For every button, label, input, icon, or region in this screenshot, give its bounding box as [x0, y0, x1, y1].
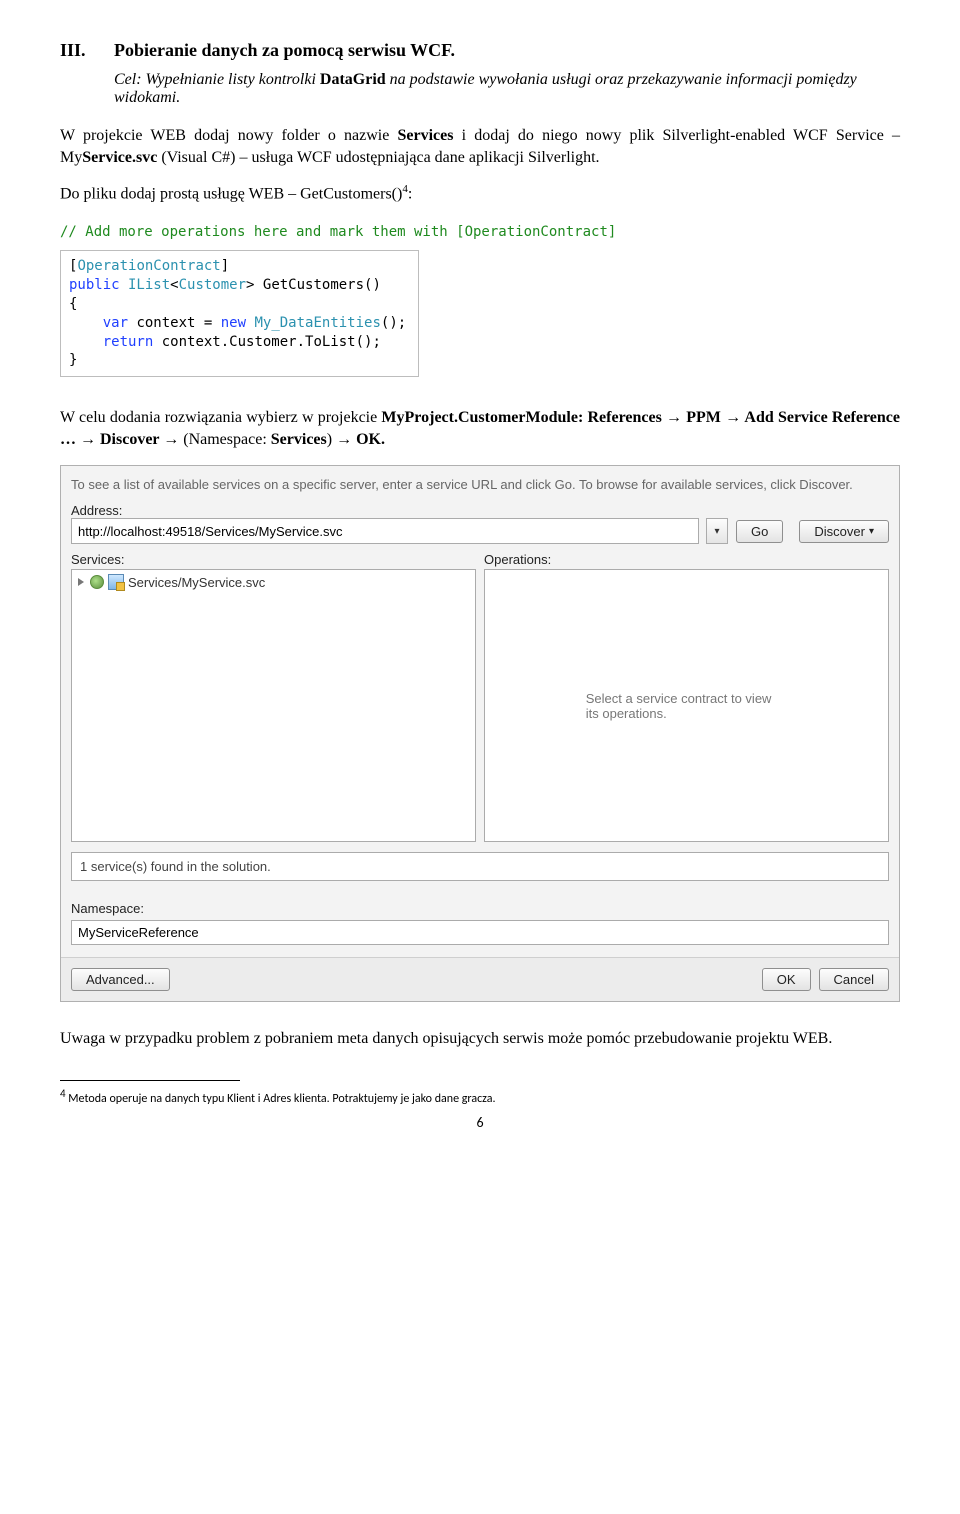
namespace-label: Namespace:	[71, 901, 889, 916]
section-title: Pobieranie danych za pomocą serwisu WCF.	[114, 40, 455, 61]
p1-b2: Service.svc	[82, 149, 157, 166]
namespace-row: Namespace:	[71, 901, 889, 945]
address-label: Address:	[71, 503, 889, 518]
service-tree-item[interactable]: Services/MyService.svc	[72, 570, 475, 594]
code-line-6: }	[69, 351, 406, 370]
code-block: [OperationContract] public IList<Custome…	[60, 250, 419, 377]
radio-icon	[90, 575, 104, 589]
chevron-down-icon: ▾	[869, 526, 874, 537]
section-heading: III. Pobieranie danych za pomocą serwisu…	[60, 40, 900, 61]
p2-text: Do pliku dodaj prostą usługę WEB – GetCu…	[60, 186, 402, 203]
p3-t3: )	[327, 431, 336, 448]
page-number: 6	[60, 1114, 900, 1131]
namespace-input[interactable]	[71, 920, 889, 945]
p1-t3: (Visual C#) – usługa WCF udostępniająca …	[157, 149, 599, 166]
footnote-text: Metoda operuje na danych typu Klient i A…	[66, 1092, 496, 1106]
code-comment: // Add more operations here and mark the…	[60, 223, 900, 242]
p3-t2: (Namespace:	[183, 431, 271, 448]
paragraph-3: W celu dodania rozwiązania wybierz w pro…	[60, 407, 900, 450]
dialog-description: To see a list of available services on a…	[71, 476, 889, 494]
code-l2a: public	[69, 277, 120, 293]
code-l4c: new	[221, 315, 246, 331]
operations-hint: Select a service contract to view its op…	[586, 691, 788, 721]
goal-bold-datagrid: DataGrid	[320, 71, 386, 88]
go-button[interactable]: Go	[736, 520, 783, 543]
operations-panel: Operations: Select a service contract to…	[484, 552, 889, 842]
address-row: ▾ Go Discover ▾	[71, 518, 889, 544]
code-l1b: OperationContract	[77, 258, 220, 274]
code-l2e: > GetCustomers()	[246, 277, 381, 293]
discover-button[interactable]: Discover ▾	[799, 520, 889, 543]
p3-t1: W celu dodania rozwiązania wybierz w pro…	[60, 409, 381, 426]
services-panel: Services: Services/MyService.svc	[71, 552, 476, 842]
service-item-label: Services/MyService.svc	[128, 575, 265, 590]
p1-b1: Services	[397, 127, 453, 144]
code-l4b: context =	[128, 315, 221, 331]
code-l5a: return	[69, 334, 153, 350]
tree-expand-icon[interactable]	[78, 578, 84, 586]
address-input[interactable]	[71, 518, 699, 544]
add-service-reference-dialog: To see a list of available services on a…	[60, 465, 900, 1003]
code-l2b: IList	[120, 277, 171, 293]
operations-list[interactable]: Select a service contract to view its op…	[484, 569, 889, 842]
code-snippet: // Add more operations here and mark the…	[60, 223, 900, 377]
footnote: 4 Metoda operuje na danych typu Klient i…	[60, 1087, 900, 1106]
p2-colon: :	[408, 186, 412, 203]
p1-t1: W projekcie WEB dodaj nowy folder o nazw…	[60, 127, 397, 144]
code-line-1: [OperationContract]	[69, 257, 406, 276]
panels-row: Services: Services/MyService.svc Operati…	[71, 552, 889, 842]
status-text: 1 service(s) found in the solution.	[71, 852, 889, 881]
paragraph-1: W projekcie WEB dodaj nowy folder o nazw…	[60, 125, 900, 168]
code-l4d: My_DataEntities	[246, 315, 381, 331]
code-l2c: <	[170, 277, 178, 293]
goal-paragraph: Cel: Wypełnianie listy kontrolki DataGri…	[114, 71, 900, 107]
code-line-3: {	[69, 295, 406, 314]
goal-text-1: Wypełnianie listy kontrolki	[142, 71, 320, 88]
code-l1c: ]	[221, 258, 229, 274]
p3-b2: Services	[271, 431, 327, 448]
code-l2d: Customer	[179, 277, 246, 293]
code-l4a: var	[69, 315, 128, 331]
address-dropdown[interactable]: ▾	[706, 518, 728, 544]
goal-label: Cel:	[114, 71, 142, 88]
services-list[interactable]: Services/MyService.svc	[71, 569, 476, 842]
operations-label: Operations:	[484, 552, 889, 567]
code-line-2: public IList<Customer> GetCustomers()	[69, 276, 406, 295]
code-line-5: return context.Customer.ToList();	[69, 333, 406, 352]
dialog-footer: Advanced... OK Cancel	[61, 957, 899, 1001]
service-file-icon	[108, 574, 124, 590]
code-line-4: var context = new My_DataEntities();	[69, 314, 406, 333]
cancel-button[interactable]: Cancel	[819, 968, 889, 991]
footnote-separator	[60, 1080, 240, 1081]
section-number: III.	[60, 40, 114, 61]
paragraph-2: Do pliku dodaj prostą usługę WEB – GetCu…	[60, 182, 900, 205]
discover-label: Discover	[814, 524, 865, 539]
dialog-body: To see a list of available services on a…	[61, 466, 899, 958]
ok-button[interactable]: OK	[762, 968, 811, 991]
services-label: Services:	[71, 552, 476, 567]
code-l4e: ();	[381, 315, 406, 331]
p3-b3: → OK.	[336, 431, 385, 448]
code-l5b: context.Customer.ToList();	[153, 334, 381, 350]
paragraph-4: Uwaga w przypadku problem z pobraniem me…	[60, 1028, 900, 1050]
advanced-button[interactable]: Advanced...	[71, 968, 170, 991]
